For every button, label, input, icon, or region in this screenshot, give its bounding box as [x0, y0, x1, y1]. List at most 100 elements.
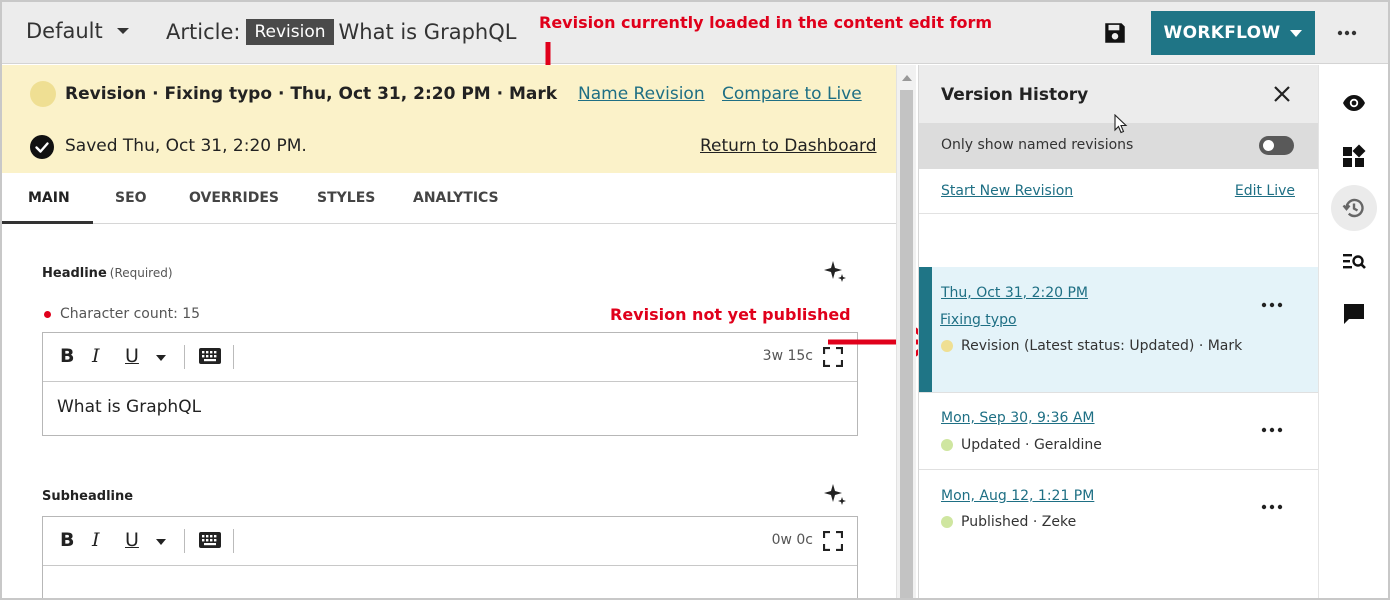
italic-button[interactable]: I: [92, 529, 100, 551]
tab-seo[interactable]: SEO: [115, 173, 147, 224]
subheadline-label: Subheadline: [42, 489, 134, 504]
version-item[interactable]: Thu, Oct 31, 2:20 PM Fixing typo Revisio…: [919, 267, 1319, 393]
tab-main[interactable]: MAIN: [2, 173, 93, 224]
required-marker: (Required): [109, 266, 173, 280]
save-icon[interactable]: [1102, 20, 1128, 46]
edit-live-link[interactable]: Edit Live: [1235, 183, 1295, 199]
revision-info: Revision · Fixing typo · Thu, Oct 31, 2:…: [65, 84, 558, 104]
headline-editor: B I U 3w 15c What is GraphQL: [42, 332, 858, 436]
scrollbar-thumb[interactable]: [900, 90, 913, 598]
status-dot: [941, 340, 953, 352]
version-history-title: Version History: [941, 85, 1089, 105]
ai-sparkle-icon[interactable]: [822, 482, 848, 508]
start-new-revision-link[interactable]: Start New Revision: [941, 183, 1073, 199]
article-title: Article: Revision What is GraphQL: [166, 19, 516, 45]
version-more-icon[interactable]: [1260, 497, 1284, 517]
headline-label: Headline (Required): [42, 266, 173, 281]
headline-label-text: Headline: [42, 266, 107, 281]
underline-button[interactable]: U: [125, 345, 139, 367]
version-status-text: Published · Zeke: [961, 514, 1077, 530]
subheadline-toolbar: B I U 0w 0c: [43, 517, 857, 566]
version-actions: Start New Revision Edit Live: [919, 169, 1319, 214]
character-count-text: Character count: 15: [60, 306, 201, 322]
workflow-button[interactable]: WORKFLOW: [1151, 11, 1315, 55]
tab-analytics[interactable]: ANALYTICS: [413, 173, 499, 224]
version-date-link[interactable]: Thu, Oct 31, 2:20 PM: [941, 285, 1088, 301]
keyboard-icon[interactable]: [199, 348, 221, 364]
version-more-icon[interactable]: [1260, 295, 1284, 315]
italic-button[interactable]: I: [92, 345, 100, 367]
chevron-down-icon: [116, 28, 129, 34]
comments-button[interactable]: [1331, 291, 1377, 337]
form-scrollbar[interactable]: [896, 65, 916, 598]
version-status: Published · Zeke: [941, 514, 1076, 530]
keyboard-icon[interactable]: [199, 532, 221, 548]
toolbar-divider: [233, 345, 234, 369]
toolbar-divider: [184, 529, 185, 553]
mouse-cursor-icon: [1114, 114, 1128, 134]
bold-button[interactable]: B: [60, 529, 74, 551]
version-status: Updated · Geraldine: [941, 437, 1102, 453]
subheadline-input[interactable]: [43, 566, 857, 598]
status-dot: [941, 439, 953, 451]
format-dropdown-icon[interactable]: [156, 539, 166, 545]
tab-overrides[interactable]: OVERRIDES: [189, 173, 279, 224]
saved-status: Saved Thu, Oct 31, 2:20 PM.: [65, 136, 307, 156]
character-count: Character count: 15: [44, 306, 200, 322]
character-count-indicator: [44, 310, 51, 318]
toolbar-divider: [233, 529, 234, 553]
format-dropdown-icon[interactable]: [156, 355, 166, 361]
bold-button[interactable]: B: [60, 345, 74, 367]
site-selector[interactable]: Default: [26, 19, 129, 43]
preview-button[interactable]: [1331, 80, 1377, 126]
version-date-link[interactable]: Mon, Aug 12, 1:21 PM: [941, 488, 1094, 504]
subheadline-editor: B I U 0w 0c: [42, 516, 858, 598]
annotation-loaded-revision: Revision currently loaded in the content…: [539, 13, 993, 32]
version-status-text: Updated · Geraldine: [961, 437, 1102, 453]
underline-button[interactable]: U: [125, 529, 139, 551]
version-history-panel: Version History Only show named revision…: [918, 65, 1319, 598]
selected-indicator: [919, 267, 932, 392]
status-dot: [941, 516, 953, 528]
revision-status-dot: [30, 81, 56, 107]
comment-icon: [1344, 304, 1364, 324]
scroll-up-icon[interactable]: [902, 75, 912, 81]
named-revisions-toggle[interactable]: [1259, 136, 1294, 155]
toolbar-divider: [184, 345, 185, 369]
site-selector-label: Default: [26, 19, 103, 43]
compare-to-live-link[interactable]: Compare to Live: [722, 84, 862, 104]
check-circle-icon: [30, 135, 54, 159]
word-char-count: 0w 0c: [771, 532, 813, 548]
version-item[interactable]: Mon, Sep 30, 9:36 AM Updated · Geraldine: [919, 393, 1319, 470]
version-item[interactable]: Mon, Aug 12, 1:21 PM Published · Zeke: [919, 470, 1319, 547]
toggle-knob: [1263, 140, 1274, 151]
close-icon[interactable]: [1273, 85, 1291, 103]
named-revisions-label: Only show named revisions: [941, 137, 1134, 153]
fullscreen-icon[interactable]: [823, 531, 843, 551]
app-window: Default Article: Revision What is GraphQ…: [0, 0, 1390, 600]
version-history-button[interactable]: [1331, 185, 1377, 231]
workflow-label: WORKFLOW: [1163, 23, 1281, 43]
more-options-icon[interactable]: [1336, 22, 1358, 44]
name-revision-link[interactable]: Name Revision: [578, 84, 705, 104]
revision-banner: Revision · Fixing typo · Thu, Oct 31, 2:…: [2, 65, 896, 173]
version-status-text: Revision (Latest status: Updated) · Mark: [961, 338, 1243, 354]
version-status: Revision (Latest status: Updated) · Mark: [941, 338, 1242, 354]
version-name-link[interactable]: Fixing typo: [940, 312, 1017, 328]
widgets-icon: [1343, 144, 1366, 167]
search-list-button[interactable]: [1331, 239, 1377, 285]
top-bar: Default Article: Revision What is GraphQ…: [2, 2, 1388, 64]
return-to-dashboard-link[interactable]: Return to Dashboard: [700, 136, 877, 156]
article-prefix: Article:: [166, 20, 241, 44]
headline-input[interactable]: What is GraphQL: [43, 382, 857, 435]
article-name: What is GraphQL: [338, 20, 517, 44]
ai-sparkle-icon[interactable]: [822, 259, 848, 285]
widgets-button[interactable]: [1331, 133, 1377, 179]
version-more-icon[interactable]: [1260, 420, 1284, 440]
eye-icon: [1343, 95, 1365, 111]
word-char-count: 3w 15c: [762, 348, 813, 364]
version-date-link[interactable]: Mon, Sep 30, 9:36 AM: [941, 410, 1095, 426]
editor-tabs: MAIN SEO OVERRIDES STYLES ANALYTICS: [2, 173, 896, 224]
tab-styles[interactable]: STYLES: [317, 173, 375, 224]
search-list-icon: [1343, 254, 1366, 269]
